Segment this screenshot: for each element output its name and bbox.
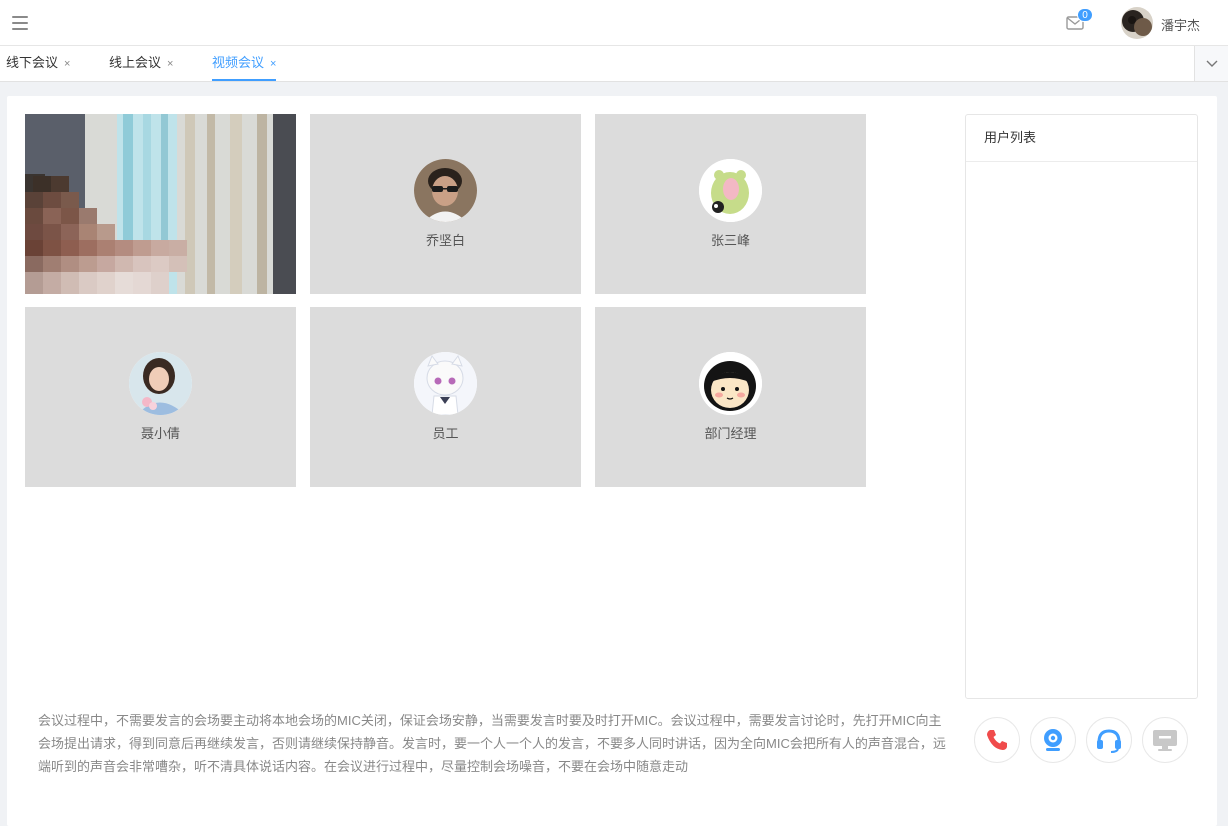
- user-list-title: 用户列表: [966, 115, 1197, 162]
- top-bar: 0 潘宇杰: [0, 0, 1228, 46]
- participant-tile[interactable]: 部门经理: [595, 307, 866, 487]
- participant-name: 员工: [432, 426, 459, 441]
- headset-icon: [1097, 729, 1121, 753]
- participant-avatar: [699, 159, 762, 222]
- participant-avatar: [129, 352, 192, 415]
- participant-name: 部门经理: [704, 426, 757, 441]
- phone-icon: [987, 730, 1007, 750]
- participant-tile[interactable]: 员工: [310, 307, 581, 487]
- chevron-down-icon: [1206, 60, 1218, 67]
- screen-share-icon: [1153, 730, 1177, 751]
- close-icon[interactable]: ×: [167, 47, 173, 81]
- user-avatar[interactable]: [1121, 7, 1153, 39]
- camera-button[interactable]: [1030, 717, 1076, 763]
- tab-offline-meeting[interactable]: 线下会议 ×: [6, 46, 70, 81]
- participant-tile[interactable]: 乔坚白: [310, 114, 581, 294]
- tab-dropdown-button[interactable]: [1194, 46, 1228, 81]
- user-name[interactable]: 潘宇杰: [1161, 15, 1200, 34]
- participant-avatar: [699, 352, 762, 415]
- menu-toggle-icon[interactable]: [12, 16, 28, 30]
- tab-label: 线上会议: [109, 55, 162, 70]
- meeting-notice: 会议过程中，不需要发言的会场要主动将本地会场的MIC关闭，保证会场安静，当需要发…: [38, 713, 946, 774]
- tab-video-meeting[interactable]: 视频会议 ×: [212, 46, 277, 81]
- participant-avatar: [414, 159, 477, 222]
- tab-label: 线下会议: [6, 55, 59, 70]
- participant-name: 乔坚白: [425, 233, 465, 248]
- participant-tile[interactable]: 张三峰: [595, 114, 866, 294]
- audio-button[interactable]: [1086, 717, 1132, 763]
- screen-share-button[interactable]: [1142, 717, 1188, 763]
- participant-tile[interactable]: 聂小倩: [25, 307, 296, 487]
- close-icon[interactable]: ×: [64, 47, 70, 81]
- tab-online-meeting[interactable]: 线上会议 ×: [109, 46, 173, 81]
- participant-name: 聂小倩: [140, 426, 180, 441]
- user-list-panel: 用户列表: [965, 114, 1198, 699]
- webcam-icon: [1044, 729, 1062, 751]
- local-video-feed[interactable]: [25, 114, 296, 294]
- close-icon[interactable]: ×: [270, 47, 276, 81]
- mail-count-badge: 0: [1077, 8, 1093, 22]
- participant-avatar: [414, 352, 477, 415]
- video-meeting-panel: 乔坚白 张三峰 聂小倩 员工 部门经理 用户列表 会议过程中，不需要发言的会场要…: [7, 96, 1217, 826]
- hangup-button[interactable]: [974, 717, 1020, 763]
- tab-label: 视频会议: [212, 55, 265, 70]
- tab-bar: 线下会议 × 线上会议 × 视频会议 ×: [0, 46, 1228, 82]
- participant-name: 张三峰: [710, 233, 750, 248]
